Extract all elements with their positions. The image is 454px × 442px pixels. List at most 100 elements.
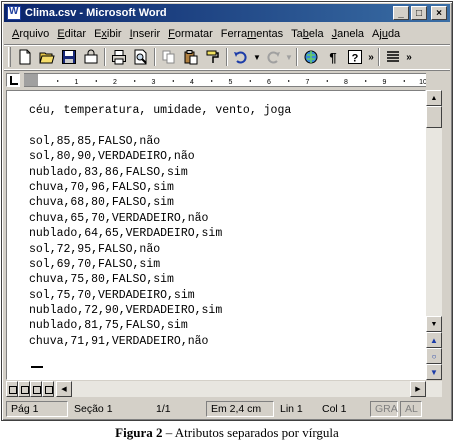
document-line[interactable]: céu, temperatura, umidade, vento, joga: [29, 103, 291, 118]
scroll-right-icon[interactable]: ▶: [410, 381, 426, 397]
scroll-left-icon[interactable]: ◀: [56, 381, 72, 397]
ruler-number: 10: [419, 79, 426, 86]
scroll-up-icon[interactable]: ▲: [426, 90, 442, 106]
word-app-icon[interactable]: [7, 6, 21, 20]
document-line[interactable]: chuva,68,80,FALSO,sim: [29, 195, 291, 210]
menu-item-2[interactable]: Exibir: [90, 28, 126, 40]
status-ovr[interactable]: AL: [400, 401, 422, 417]
ruler-tick: [172, 80, 174, 82]
paste-icon[interactable]: [180, 46, 202, 68]
ruler-row: 1 2 3 4 5 6 7 8 9 10: [4, 72, 450, 88]
status-column: Col 1: [322, 403, 347, 415]
document-text[interactable]: céu, temperatura, umidade, vento, joga so…: [29, 103, 291, 349]
ruler-number: 7: [306, 79, 310, 86]
toolbar-grip[interactable]: [8, 47, 11, 67]
document-line[interactable]: chuva,70,96,FALSO,sim: [29, 180, 291, 195]
redo-dropdown-icon[interactable]: ▼: [284, 46, 294, 68]
scroll-down-icon[interactable]: ▼: [426, 316, 442, 332]
format-painter-icon[interactable]: [202, 46, 224, 68]
window-title: Clima.csv - Microsoft Word: [25, 7, 167, 19]
next-page-icon[interactable]: ▼: [426, 364, 442, 380]
document-line[interactable]: chuva,75,80,FALSO,sim: [29, 272, 291, 287]
document-line[interactable]: nublado,81,75,FALSO,sim: [29, 318, 291, 333]
toolbar-options-icon[interactable]: »: [404, 46, 414, 68]
open-folder-icon[interactable]: [36, 46, 58, 68]
status-section: Seção 1: [74, 403, 113, 415]
web-layout-view-icon[interactable]: [18, 381, 30, 397]
print-preview-icon[interactable]: [130, 46, 152, 68]
document-line[interactable]: sol,80,90,VERDADEIRO,não: [29, 149, 291, 164]
more-buttons-icon[interactable]: »: [366, 46, 376, 68]
ruler-number: 8: [344, 79, 348, 86]
ruler-tick: [134, 80, 136, 82]
help-icon[interactable]: ?: [344, 46, 366, 68]
menu-item-3[interactable]: Inserir: [126, 28, 165, 40]
document-line[interactable]: sol,75,70,VERDADEIRO,sim: [29, 288, 291, 303]
status-bar: Pág 1 Seção 1 1/1 Em 2,4 cm Lin 1 Col 1 …: [4, 400, 450, 418]
document-line[interactable]: [29, 118, 291, 133]
title-bar[interactable]: Clima.csv - Microsoft Word _ □ ×: [4, 4, 450, 22]
redo-icon[interactable]: [262, 46, 284, 68]
print-icon[interactable]: [108, 46, 130, 68]
document-line[interactable]: sol,72,95,FALSO,não: [29, 242, 291, 257]
vertical-scrollbar[interactable]: ▲ ▼ ▲ ○ ▼: [426, 90, 442, 380]
ruler-tick: [249, 80, 251, 82]
ruler-tick: [326, 80, 328, 82]
document-line[interactable]: chuva,71,91,VERDADEIRO,não: [29, 334, 291, 349]
ruler-tick: [95, 80, 97, 82]
new-document-icon[interactable]: [14, 46, 36, 68]
ruler-number: 3: [152, 79, 156, 86]
document-line[interactable]: nublado,72,90,VERDADEIRO,sim: [29, 303, 291, 318]
close-button[interactable]: ×: [431, 6, 447, 20]
permission-icon[interactable]: [80, 46, 102, 68]
tab-selector[interactable]: [6, 73, 20, 87]
menu-item-4[interactable]: Formatar: [164, 28, 217, 40]
undo-dropdown-icon[interactable]: ▼: [252, 46, 262, 68]
text-cursor: [31, 366, 43, 368]
copy-icon[interactable]: [158, 46, 180, 68]
maximize-button[interactable]: □: [411, 6, 427, 20]
print-layout-view-icon[interactable]: [30, 381, 42, 397]
ruler-tick: [288, 80, 290, 82]
menu-item-1[interactable]: Editar: [53, 28, 90, 40]
status-rec[interactable]: GRA: [370, 401, 398, 417]
caption-label: Figura 2: [115, 425, 163, 440]
horizontal-ruler[interactable]: 1 2 3 4 5 6 7 8 9 10: [24, 73, 426, 87]
document-line[interactable]: nublado,64,65,VERDADEIRO,sim: [29, 226, 291, 241]
menu-item-0[interactable]: Arquivo: [8, 28, 53, 40]
normal-view-icon[interactable]: [6, 381, 18, 397]
document-line[interactable]: nublado,83,86,FALSO,sim: [29, 165, 291, 180]
ruler-tick: [211, 80, 213, 82]
standard-toolbar: ▼ ▼ ¶ ? » »: [4, 44, 450, 70]
document-line[interactable]: sol,69,70,FALSO,sim: [29, 257, 291, 272]
document-area[interactable]: céu, temperatura, umidade, vento, joga so…: [6, 90, 426, 380]
undo-icon[interactable]: [230, 46, 252, 68]
ruler-tick: [403, 80, 405, 82]
reading-layout-view-icon[interactable]: [42, 381, 54, 397]
menu-item-6[interactable]: Tabela: [287, 28, 327, 40]
document-line[interactable]: chuva,65,70,VERDADEIRO,não: [29, 211, 291, 226]
save-icon[interactable]: [58, 46, 80, 68]
ruler-tick: [57, 80, 59, 82]
status-line: Lin 1: [280, 403, 303, 415]
justify-icon[interactable]: [382, 46, 404, 68]
ruler-number: 6: [267, 79, 271, 86]
horizontal-scrollbar[interactable]: ◀ ▶: [6, 381, 442, 397]
scroll-thumb[interactable]: [426, 106, 442, 128]
previous-page-icon[interactable]: ▲: [426, 332, 442, 348]
menu-item-5[interactable]: Ferramentas: [217, 28, 287, 40]
ruler-number: 4: [190, 79, 194, 86]
menu-item-8[interactable]: Ajuda: [368, 28, 404, 40]
show-formatting-icon[interactable]: ¶: [322, 46, 344, 68]
menu-bar: Arquivo Editar Exibir Inserir Formatar Ferram…: [4, 24, 450, 43]
menu-item-7[interactable]: Janela: [328, 28, 368, 40]
select-browse-object-icon[interactable]: ○: [426, 348, 442, 364]
minimize-button[interactable]: _: [393, 6, 409, 20]
ruler-tick: [365, 80, 367, 82]
svg-text:?: ?: [352, 53, 359, 65]
status-position: Em 2,4 cm: [206, 401, 274, 417]
ruler-number: 2: [113, 79, 117, 86]
status-page-of: 1/1: [156, 403, 171, 415]
document-line[interactable]: sol,85,85,FALSO,não: [29, 134, 291, 149]
hyperlink-icon[interactable]: [300, 46, 322, 68]
